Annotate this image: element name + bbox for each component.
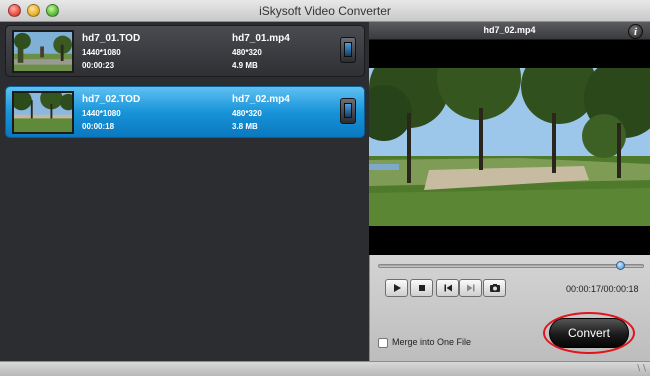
file-list-item-selected[interactable]: hd7_02.TOD 1440*1080 00:00:18 hd7_02.mp4…: [5, 86, 365, 138]
info-icon[interactable]: i: [628, 24, 643, 39]
time-readout: 00:00:17/00:00:18: [566, 284, 639, 294]
phone-device-icon[interactable]: [340, 37, 356, 63]
convert-highlight-ring: [543, 312, 635, 354]
output-file-name: hd7_02.mp4: [232, 94, 290, 105]
video-thumbnail: [12, 30, 74, 73]
previous-frame-icon: [444, 284, 452, 292]
output-file-name: hd7_01.mp4: [232, 33, 290, 44]
source-file-name: hd7_02.TOD: [82, 94, 141, 105]
stop-icon: [418, 285, 425, 291]
merge-checkbox[interactable]: [378, 338, 388, 348]
next-frame-icon: [466, 284, 474, 292]
source-duration: 00:00:23: [82, 61, 115, 70]
source-resolution: 1440*1080: [82, 109, 121, 118]
output-resolution: 480*320: [232, 48, 262, 57]
playback-progress-slider[interactable]: [378, 264, 644, 268]
playback-slider-thumb[interactable]: [616, 261, 625, 270]
preview-title: hd7_02.mp4: [369, 22, 650, 40]
previous-frame-button[interactable]: [436, 279, 459, 297]
status-bar: ∖∖: [0, 361, 650, 376]
file-list-pane: hd7_01.TOD 1440*1080 00:00:23 hd7_01.mp4…: [0, 22, 369, 361]
output-resolution: 480*320: [232, 109, 262, 118]
play-icon: [393, 284, 401, 292]
video-thumbnail: [12, 91, 74, 134]
window-title: iSkysoft Video Converter: [259, 4, 391, 18]
source-resolution: 1440*1080: [82, 48, 121, 57]
output-size: 3.8 MB: [232, 122, 258, 131]
title-bar: iSkysoft Video Converter: [0, 0, 650, 22]
resize-grip-icon[interactable]: ∖∖: [636, 363, 647, 374]
file-list-item[interactable]: hd7_01.TOD 1440*1080 00:00:23 hd7_01.mp4…: [5, 25, 365, 77]
output-size: 4.9 MB: [232, 61, 258, 70]
source-duration: 00:00:18: [82, 122, 115, 131]
snapshot-icon: [489, 284, 500, 292]
video-frame: [369, 68, 650, 226]
stop-button[interactable]: [410, 279, 433, 297]
phone-device-icon[interactable]: [340, 98, 356, 124]
merge-label: Merge into One File: [392, 337, 472, 347]
source-file-name: hd7_01.TOD: [82, 33, 141, 44]
play-button[interactable]: [385, 279, 408, 297]
next-frame-button[interactable]: [459, 279, 482, 297]
snapshot-button[interactable]: [483, 279, 506, 297]
